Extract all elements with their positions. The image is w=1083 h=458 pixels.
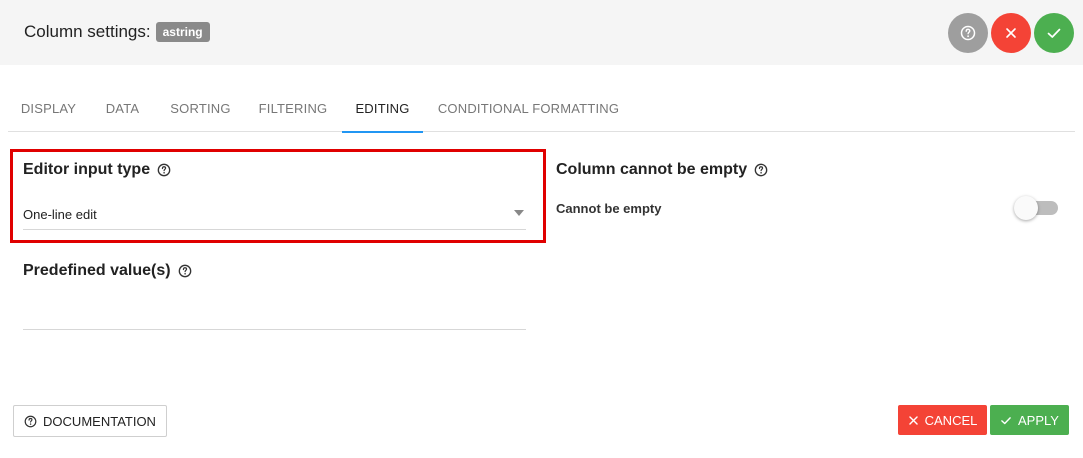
tab-sorting[interactable]: SORTING <box>159 86 242 132</box>
cannot-be-empty-label: Cannot be empty <box>556 201 662 216</box>
dialog-title: Column settings: astring <box>24 22 210 42</box>
documentation-button[interactable]: DOCUMENTATION <box>13 405 167 437</box>
editor-type-label-text: Editor input type <box>23 161 151 178</box>
help-circle-icon <box>960 25 976 41</box>
header-close-button[interactable] <box>991 13 1031 53</box>
not-empty-label: Column cannot be empty <box>556 161 768 179</box>
editor-type-label: Editor input type <box>23 161 171 179</box>
tab-conditional-formatting[interactable]: CONDITIONAL FORMATTING <box>433 86 624 132</box>
cancel-button[interactable]: CANCEL <box>898 405 987 435</box>
column-name-badge: astring <box>155 22 210 42</box>
header-confirm-button[interactable] <box>1034 13 1074 53</box>
help-circle-icon[interactable] <box>754 163 768 177</box>
toggle-thumb <box>1014 196 1038 220</box>
dialog-title-text: Column settings: <box>24 22 151 41</box>
caret-down-icon <box>514 210 524 216</box>
editor-type-select[interactable]: One-line edit <box>23 200 526 230</box>
apply-button-label: APPLY <box>1018 412 1059 428</box>
tab-filtering[interactable]: FILTERING <box>251 86 335 132</box>
cancel-button-label: CANCEL <box>924 412 978 428</box>
predefined-values-input[interactable] <box>23 296 526 330</box>
help-circle-icon <box>24 415 37 427</box>
check-icon <box>1047 28 1061 38</box>
settings-tabs: DISPLAY DATA SORTING FILTERING EDITING C… <box>8 86 1075 133</box>
help-circle-icon[interactable] <box>178 264 192 278</box>
predefined-values-label-text: Predefined value(s) <box>23 262 171 279</box>
close-icon <box>1006 28 1016 38</box>
tab-editing[interactable]: EDITING <box>342 86 423 133</box>
header-help-button[interactable] <box>948 13 988 53</box>
check-icon <box>1001 416 1011 424</box>
predefined-values-label: Predefined value(s) <box>23 262 192 280</box>
help-circle-icon[interactable] <box>157 163 171 177</box>
tab-data[interactable]: DATA <box>97 86 148 132</box>
close-icon <box>908 415 918 425</box>
editor-type-value: One-line edit <box>23 207 97 222</box>
tab-display[interactable]: DISPLAY <box>8 86 89 132</box>
cannot-be-empty-toggle[interactable] <box>1014 196 1060 220</box>
not-empty-label-text: Column cannot be empty <box>556 161 748 178</box>
documentation-button-label: DOCUMENTATION <box>43 413 156 429</box>
apply-button[interactable]: APPLY <box>990 405 1069 435</box>
dialog-header: Column settings: astring <box>0 0 1083 65</box>
